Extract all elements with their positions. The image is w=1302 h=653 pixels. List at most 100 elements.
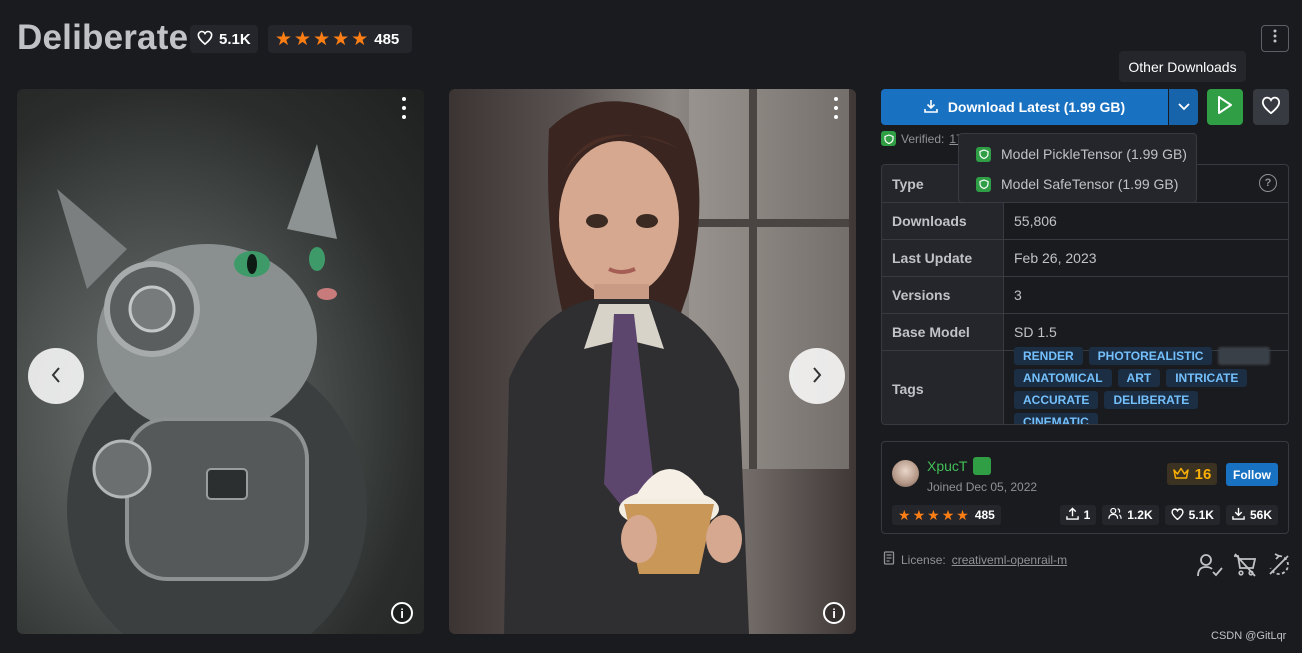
download-icon xyxy=(924,99,938,116)
uploads-stat: 1 xyxy=(1059,505,1097,525)
details-value: Feb 26, 2023 xyxy=(1014,250,1097,266)
avatar[interactable] xyxy=(892,460,919,487)
star-icon: ★ xyxy=(294,28,312,50)
more-options-button[interactable] xyxy=(1261,25,1289,52)
details-row-downloads: Downloads 55,806 xyxy=(882,203,1288,240)
tag-badge[interactable]: INTRICATE xyxy=(1166,368,1248,387)
rating-stars: ★ ★ ★ ★ ★ xyxy=(898,508,969,522)
details-key: Base Model xyxy=(882,314,1004,350)
verified-status: Verified: 17 xyxy=(881,131,963,146)
chevron-right-icon xyxy=(812,363,822,389)
star-icon: ★ xyxy=(313,28,331,50)
crown-icon xyxy=(1172,466,1189,483)
user-check-icon[interactable] xyxy=(1197,553,1223,582)
image-options-button[interactable] xyxy=(396,97,412,119)
chevron-down-icon xyxy=(1177,98,1190,116)
rating-count: 485 xyxy=(374,30,400,48)
no-commercial-icon[interactable] xyxy=(1233,553,1257,582)
tag-badge-blurred[interactable] xyxy=(1218,346,1271,365)
tag-badge[interactable]: ACCURATE xyxy=(1014,390,1099,409)
users-icon xyxy=(1108,507,1123,523)
download-latest-label: Download Latest (1.99 GB) xyxy=(947,99,1126,115)
model-details-table: Type ? Downloads 55,806 Last Update Feb … xyxy=(881,164,1289,425)
favorite-button[interactable] xyxy=(1253,89,1289,125)
creator-rank: 16 xyxy=(1194,465,1212,483)
creator-stats: 1 1.2K 5.1K 56K xyxy=(1059,505,1278,525)
info-icon[interactable]: i xyxy=(391,602,413,624)
info-icon[interactable]: i xyxy=(823,602,845,624)
license-link[interactable]: creativeml-openrail-m xyxy=(952,553,1067,567)
license-label: License: xyxy=(901,552,946,567)
star-icon: ★ xyxy=(956,507,969,523)
model-title: Deliberate xyxy=(17,18,189,57)
download-latest-button[interactable]: Download Latest (1.99 GB) xyxy=(881,89,1168,125)
watermark: CSDN @GitLqr xyxy=(1211,630,1287,642)
tag-list: RENDER PHOTOREALISTIC ANATOMICAL ART INT… xyxy=(1014,341,1288,424)
tag-badge[interactable]: DELIBERATE xyxy=(1104,390,1199,409)
dots-vertical-icon xyxy=(1273,29,1277,48)
tag-badge[interactable]: ART xyxy=(1117,368,1161,387)
image-options-button[interactable] xyxy=(828,97,844,119)
likes-stat: 5.1K xyxy=(1164,505,1220,525)
creator-rating-badge: ★ ★ ★ ★ ★ 485 xyxy=(892,505,1001,525)
tag-badge[interactable]: PHOTOREALISTIC xyxy=(1088,346,1213,365)
tag-badge[interactable]: CINEMATIC xyxy=(1014,412,1098,424)
details-key: Downloads xyxy=(882,203,1004,239)
details-value: 3 xyxy=(1014,287,1022,303)
download-options-menu: Model PickleTensor (1.99 GB) Model SafeT… xyxy=(958,133,1197,203)
details-row-last-update: Last Update Feb 26, 2023 xyxy=(882,240,1288,277)
license-info: License: creativeml-openrail-m xyxy=(883,551,1067,568)
like-count-badge[interactable]: 5.1K xyxy=(190,25,258,53)
help-icon[interactable]: ? xyxy=(1259,174,1277,192)
upload-icon xyxy=(1065,507,1079,523)
carousel-prev-button[interactable] xyxy=(28,348,84,404)
shield-check-icon xyxy=(881,131,896,146)
tag-badge[interactable]: RENDER xyxy=(1014,346,1083,365)
play-icon xyxy=(1217,95,1233,119)
details-row-tags: Tags RENDER PHOTOREALISTIC ANATOMICAL AR… xyxy=(882,346,1288,424)
download-icon xyxy=(1232,507,1245,523)
creator-rank-badge: 16 xyxy=(1167,463,1217,485)
details-value: 55,806 xyxy=(1014,213,1057,229)
creator-card: XpucT Joined Dec 05, 2022 16 Follow ★ ★ … xyxy=(881,441,1289,534)
details-key: Last Update xyxy=(882,240,1004,276)
other-downloads-tooltip: Other Downloads xyxy=(1119,51,1246,82)
verified-label: Verified: xyxy=(901,131,945,146)
download-options-toggle[interactable] xyxy=(1168,89,1198,125)
tag-badge[interactable]: ANATOMICAL xyxy=(1014,368,1112,387)
star-icon: ★ xyxy=(275,28,293,50)
license-icon xyxy=(883,551,895,568)
star-icon: ★ xyxy=(912,507,926,523)
download-option-safetensor[interactable]: Model SafeTensor (1.99 GB) xyxy=(959,169,1196,199)
rating-stars: ★ ★ ★ ★ ★ xyxy=(275,30,368,49)
star-icon: ★ xyxy=(927,507,940,523)
follow-button[interactable]: Follow xyxy=(1226,463,1278,486)
creator-badge-icon xyxy=(973,457,992,475)
star-icon: ★ xyxy=(941,507,955,523)
creator-name[interactable]: XpucT xyxy=(927,457,992,475)
shield-check-icon xyxy=(976,146,991,162)
heart-icon xyxy=(1171,507,1184,523)
download-option-label: Model SafeTensor (1.99 GB) xyxy=(1001,176,1179,192)
creator-rating-count: 485 xyxy=(974,508,995,522)
heart-icon xyxy=(197,30,213,49)
carousel-next-button[interactable] xyxy=(789,348,845,404)
license-permissions xyxy=(1197,553,1291,582)
download-option-pickletensor[interactable]: Model PickleTensor (1.99 GB) xyxy=(959,139,1196,169)
heart-icon xyxy=(1261,96,1281,119)
no-derivatives-icon[interactable] xyxy=(1267,553,1291,582)
run-model-button[interactable] xyxy=(1207,89,1243,125)
star-icon: ★ xyxy=(332,28,350,50)
downloads-stat: 56K xyxy=(1225,505,1278,525)
creator-joined: Joined Dec 05, 2022 xyxy=(927,480,1038,494)
star-icon: ★ xyxy=(351,28,369,50)
shield-check-icon xyxy=(976,176,991,192)
details-value: RENDER PHOTOREALISTIC ANATOMICAL ART INT… xyxy=(1004,346,1288,424)
details-key: Tags xyxy=(882,351,1004,424)
like-count: 5.1K xyxy=(219,30,251,48)
followers-stat: 1.2K xyxy=(1102,505,1159,525)
details-row-versions: Versions 3 xyxy=(882,277,1288,314)
rating-badge[interactable]: ★ ★ ★ ★ ★ 485 xyxy=(268,25,412,53)
chevron-left-icon xyxy=(51,363,61,389)
download-option-label: Model PickleTensor (1.99 GB) xyxy=(1001,146,1187,162)
